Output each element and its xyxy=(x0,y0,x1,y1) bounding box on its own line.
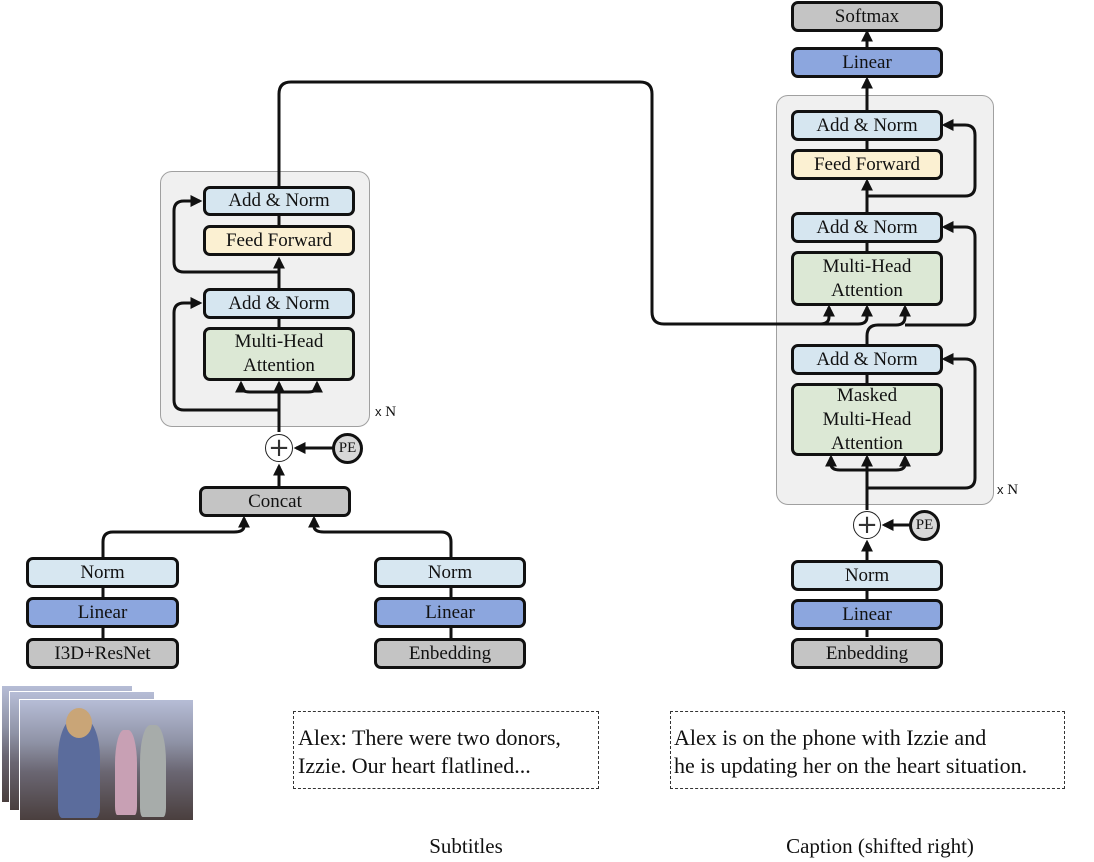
decoder-output-linear: Linear xyxy=(791,47,943,78)
video-frame xyxy=(19,699,194,821)
decoder-add-norm-1: Add & Norm xyxy=(791,110,943,141)
caption-label: Caption (shifted right) xyxy=(786,834,974,858)
decoder-cross-attention: Multi-Head Attention xyxy=(791,251,943,306)
wire-subtitle-to-concat xyxy=(308,515,453,558)
encoder-add-norm-top: Add & Norm xyxy=(203,186,355,216)
caption-embedding: Enbedding xyxy=(791,638,943,669)
wire-video-to-concat xyxy=(101,515,250,558)
subtitle-line-1: Alex: There were two donors, xyxy=(298,725,561,750)
video-feature-extractor: I3D+ResNet xyxy=(26,638,179,669)
caption-linear: Linear xyxy=(791,599,943,630)
decoder-masked-attention: Masked Multi-Head Attention xyxy=(791,383,943,456)
softmax-block: Softmax xyxy=(791,1,943,32)
decoder-repeat-label: x N xyxy=(997,482,1018,499)
decoder-feed-forward: Feed Forward xyxy=(791,149,943,180)
decoder-add-norm-3: Add & Norm xyxy=(791,344,943,375)
repeat-count: N xyxy=(385,404,397,420)
subtitle-embedding: Enbedding xyxy=(374,638,526,669)
encoder-multi-head-attention: Multi-Head Attention xyxy=(203,327,355,381)
caption-line-2: he is updating her on the heart situatio… xyxy=(674,753,1028,778)
encoder-feed-forward: Feed Forward xyxy=(203,225,355,256)
subtitle-norm: Norm xyxy=(374,557,526,588)
encoder-positional-encoding: PE xyxy=(332,433,363,464)
caption-norm: Norm xyxy=(791,560,943,591)
video-linear: Linear xyxy=(26,597,179,628)
repeat-prefix: x xyxy=(997,482,1004,497)
subtitle-text-box: Alex: There were two donors, Izzie. Our … xyxy=(293,711,599,789)
encoder-add-icon: + xyxy=(265,434,293,462)
wire-encoder-to-decoder xyxy=(277,80,835,326)
decoder-add-norm-2: Add & Norm xyxy=(791,212,943,243)
encoder-add-norm-bottom: Add & Norm xyxy=(203,288,355,319)
subtitles-label: Subtitles xyxy=(429,834,503,858)
decoder-add-icon: + xyxy=(853,511,881,539)
video-norm: Norm xyxy=(26,557,179,588)
encoder-repeat-label: x N xyxy=(375,404,396,421)
caption-text-box: Alex is on the phone with Izzie and he i… xyxy=(670,711,1065,789)
repeat-prefix: x xyxy=(375,404,382,419)
subtitle-line-2: Izzie. Our heart flatlined... xyxy=(298,753,531,778)
subtitle-linear: Linear xyxy=(374,597,526,628)
decoder-positional-encoding: PE xyxy=(909,510,940,541)
caption-line-1: Alex is on the phone with Izzie and xyxy=(674,725,987,750)
concat-block: Concat xyxy=(199,486,351,517)
repeat-count: N xyxy=(1007,482,1019,498)
